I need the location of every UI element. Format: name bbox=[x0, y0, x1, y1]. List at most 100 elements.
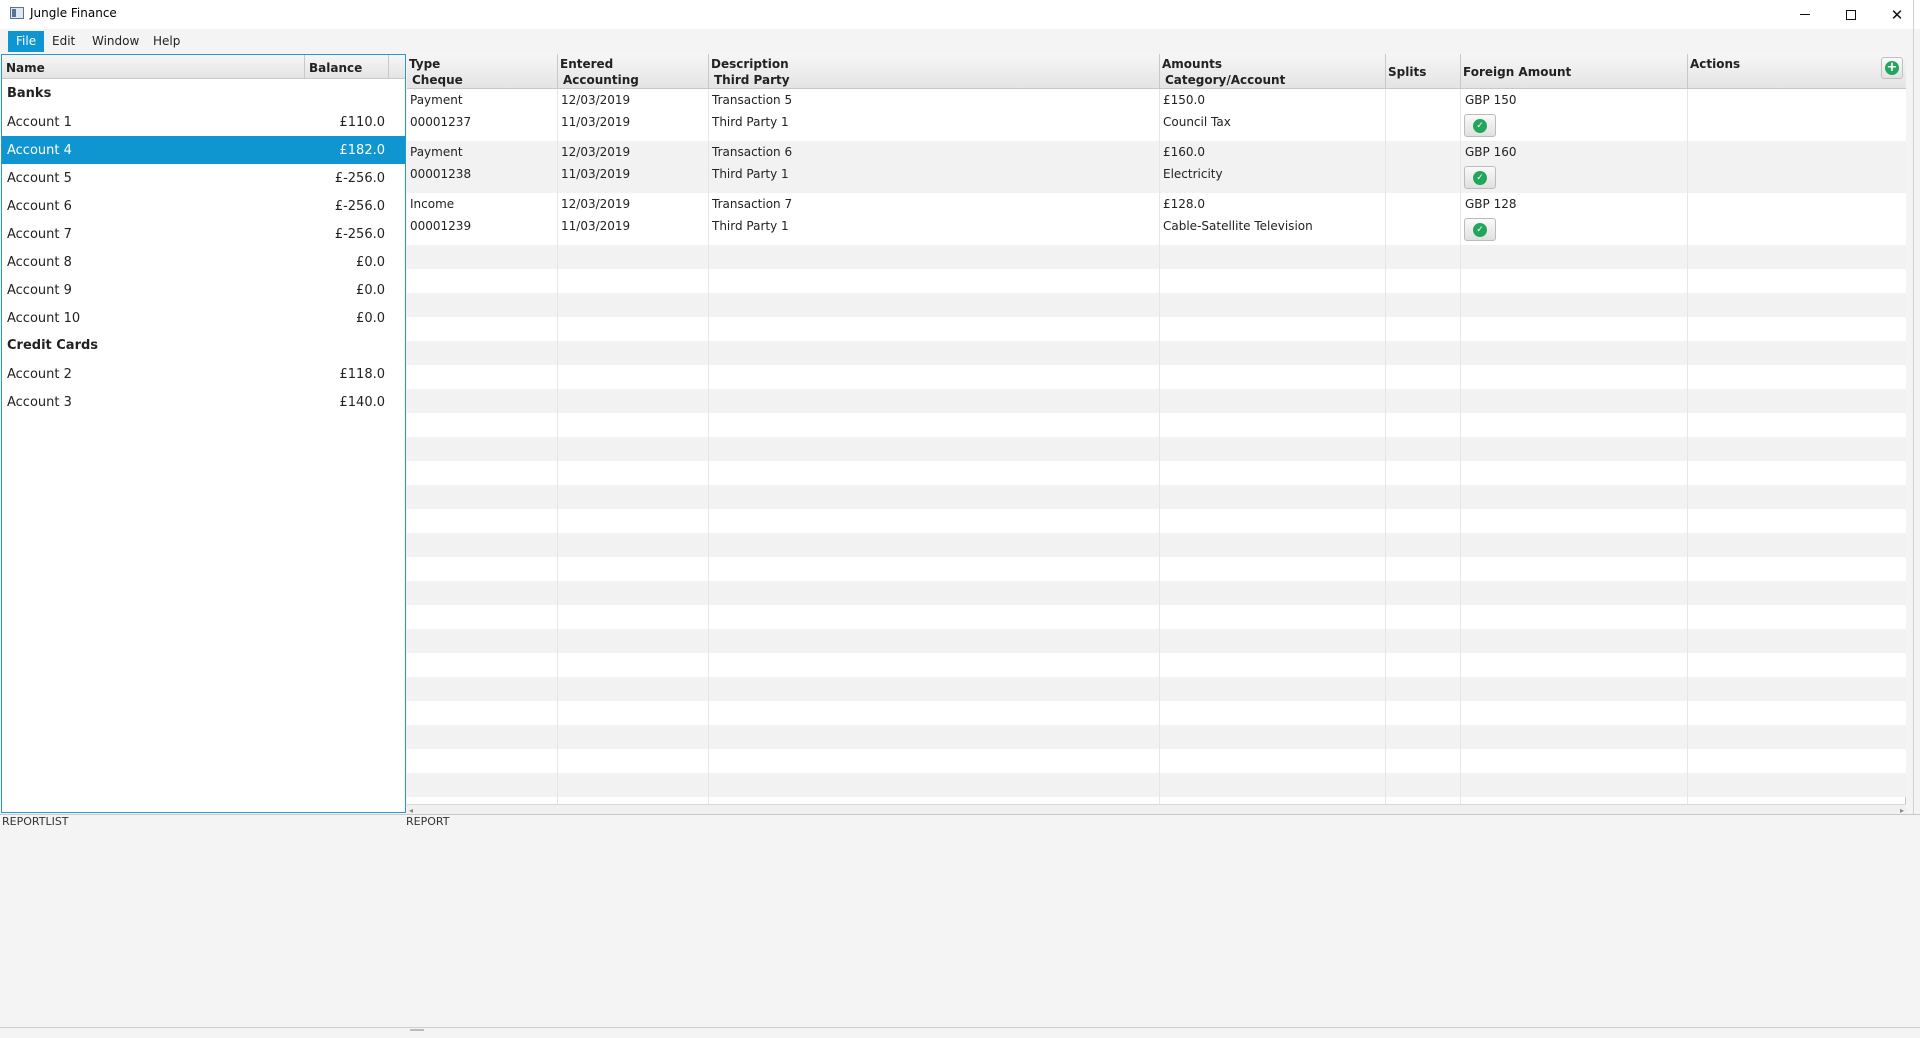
tx-category: Cable-Satellite Television bbox=[1163, 219, 1313, 233]
account-row[interactable]: Account 3 £140.0 bbox=[2, 388, 405, 416]
account-row[interactable]: Account 1 £110.0 bbox=[2, 108, 405, 136]
tx-third-party: Third Party 1 bbox=[712, 219, 789, 233]
tx-foreign-amount: GBP 128 bbox=[1465, 197, 1517, 211]
account-balance: £0.0 bbox=[356, 311, 385, 326]
account-balance: £0.0 bbox=[356, 255, 385, 270]
menu-file[interactable]: File bbox=[8, 31, 45, 52]
check-icon: ✓ bbox=[1473, 118, 1487, 133]
account-name: Account 9 bbox=[7, 283, 72, 298]
tx-amount: £160.0 bbox=[1163, 145, 1205, 159]
account-name: Account 1 bbox=[7, 115, 72, 130]
tx-accounting: 11/03/2019 bbox=[561, 167, 631, 181]
column-header-actions[interactable]: Actions bbox=[1690, 57, 1740, 71]
transaction-row[interactable]: Income 00001239 12/03/2019 11/03/2019 Tr… bbox=[407, 193, 1906, 245]
transactions-body: Payment 00001237 12/03/2019 11/03/2019 T… bbox=[407, 89, 1906, 804]
column-header-cheque[interactable]: Cheque bbox=[412, 73, 463, 87]
menu-help[interactable]: Help bbox=[145, 31, 188, 52]
tx-amount: £150.0 bbox=[1163, 93, 1205, 107]
tx-cheque: 00001239 bbox=[410, 219, 472, 233]
tx-type: Payment bbox=[410, 93, 463, 107]
tx-accounting: 11/03/2019 bbox=[561, 219, 631, 233]
account-row[interactable]: Account 10 £0.0 bbox=[2, 304, 405, 332]
account-balance: £-256.0 bbox=[334, 227, 385, 242]
account-balance: £-256.0 bbox=[334, 171, 385, 186]
tx-description: Transaction 5 bbox=[712, 93, 793, 107]
column-header-name[interactable]: Name bbox=[6, 61, 45, 75]
menu-bar: File Edit Window Help bbox=[0, 29, 1920, 53]
accounts-header: Name Balance bbox=[2, 55, 405, 79]
tx-category: Council Tax bbox=[1163, 115, 1231, 129]
check-icon: ✓ bbox=[1473, 222, 1487, 237]
account-name: Account 10 bbox=[7, 311, 81, 326]
account-name: Account 3 bbox=[7, 395, 72, 410]
account-row[interactable]: Account 2 £118.0 bbox=[2, 360, 405, 388]
account-balance: £140.0 bbox=[339, 395, 386, 410]
account-name: Account 2 bbox=[7, 367, 72, 382]
maximize-button[interactable] bbox=[1828, 0, 1874, 29]
bottom-divider[interactable] bbox=[0, 1027, 1920, 1028]
account-row[interactable]: Account 6 £-256.0 bbox=[2, 192, 405, 220]
account-name: Account 7 bbox=[7, 227, 72, 242]
app-window: Jungle Finance ✕ File Edit Window Help N… bbox=[0, 0, 1920, 1038]
minimize-icon bbox=[1800, 14, 1810, 15]
transactions-header: Type Cheque Entered Accounting Descripti… bbox=[407, 54, 1906, 89]
account-row-selected[interactable]: Account 4 £182.0 bbox=[2, 136, 405, 164]
reportlist-label: REPORTLIST bbox=[2, 815, 69, 828]
horizontal-scrollbar[interactable]: ◂ ▸ bbox=[407, 804, 1906, 815]
account-balance: £110.0 bbox=[339, 115, 386, 130]
report-label: REPORT bbox=[406, 815, 450, 828]
tx-cheque: 00001238 bbox=[410, 167, 472, 181]
tx-foreign-amount: GBP 160 bbox=[1465, 145, 1517, 159]
transaction-row[interactable]: Payment 00001237 12/03/2019 11/03/2019 T… bbox=[407, 89, 1906, 141]
tx-foreign-amount: GBP 150 bbox=[1465, 93, 1517, 107]
minimize-button[interactable] bbox=[1782, 0, 1828, 29]
add-transaction-button[interactable]: + bbox=[1881, 57, 1903, 79]
account-balance: £118.0 bbox=[339, 367, 386, 382]
column-header-type[interactable]: Type bbox=[409, 57, 440, 71]
tx-description: Transaction 7 bbox=[712, 197, 793, 211]
account-row[interactable]: Account 5 £-256.0 bbox=[2, 164, 405, 192]
column-header-amounts[interactable]: Amounts bbox=[1162, 57, 1222, 71]
tx-entered: 12/03/2019 bbox=[561, 93, 631, 107]
account-name: Account 4 bbox=[7, 143, 72, 158]
account-name: Account 6 bbox=[7, 199, 72, 214]
account-group-banks[interactable]: Banks bbox=[7, 86, 51, 101]
app-icon bbox=[10, 7, 24, 19]
column-header-description[interactable]: Description bbox=[711, 57, 789, 71]
account-row[interactable]: Account 8 £0.0 bbox=[2, 248, 405, 276]
account-row[interactable]: Account 7 £-256.0 bbox=[2, 220, 405, 248]
column-header-balance[interactable]: Balance bbox=[309, 61, 362, 75]
column-header-foreign-amount[interactable]: Foreign Amount bbox=[1463, 65, 1571, 79]
column-header-third-party[interactable]: Third Party bbox=[714, 73, 790, 87]
tx-cheque: 00001237 bbox=[410, 115, 472, 129]
tx-amount: £128.0 bbox=[1163, 197, 1205, 211]
column-header-accounting[interactable]: Accounting bbox=[563, 73, 639, 87]
window-title: Jungle Finance bbox=[30, 6, 117, 20]
account-row[interactable]: Account 9 £0.0 bbox=[2, 276, 405, 304]
account-group-credit-cards[interactable]: Credit Cards bbox=[7, 338, 98, 353]
column-header-category[interactable]: Category/Account bbox=[1165, 73, 1285, 87]
tx-category: Electricity bbox=[1163, 167, 1223, 181]
tx-third-party: Third Party 1 bbox=[712, 167, 789, 181]
resize-grip-icon[interactable] bbox=[410, 1029, 424, 1031]
column-header-splits[interactable]: Splits bbox=[1388, 65, 1426, 79]
accounts-tree-table[interactable]: Name Balance Banks Account 1 £110.0 Acco… bbox=[1, 54, 406, 813]
column-header-entered[interactable]: Entered bbox=[560, 57, 613, 71]
confirm-button[interactable]: ✓ bbox=[1464, 114, 1496, 137]
account-balance: £182.0 bbox=[339, 143, 386, 158]
confirm-button[interactable]: ✓ bbox=[1464, 166, 1496, 189]
reports-area: REPORTLIST REPORT bbox=[0, 814, 1920, 1038]
tx-entered: 12/03/2019 bbox=[561, 197, 631, 211]
confirm-button[interactable]: ✓ bbox=[1464, 218, 1496, 241]
add-icon: + bbox=[1885, 60, 1899, 75]
transaction-row[interactable]: Payment 00001238 12/03/2019 11/03/2019 T… bbox=[407, 141, 1906, 193]
account-balance: £-256.0 bbox=[334, 199, 385, 214]
maximize-icon bbox=[1846, 9, 1856, 20]
tx-entered: 12/03/2019 bbox=[561, 145, 631, 159]
tx-third-party: Third Party 1 bbox=[712, 115, 789, 129]
menu-window[interactable]: Window bbox=[84, 31, 147, 52]
tx-accounting: 11/03/2019 bbox=[561, 115, 631, 129]
title-bar: Jungle Finance ✕ bbox=[0, 0, 1920, 29]
transactions-table[interactable]: Type Cheque Entered Accounting Descripti… bbox=[407, 54, 1906, 814]
menu-edit[interactable]: Edit bbox=[44, 31, 83, 52]
